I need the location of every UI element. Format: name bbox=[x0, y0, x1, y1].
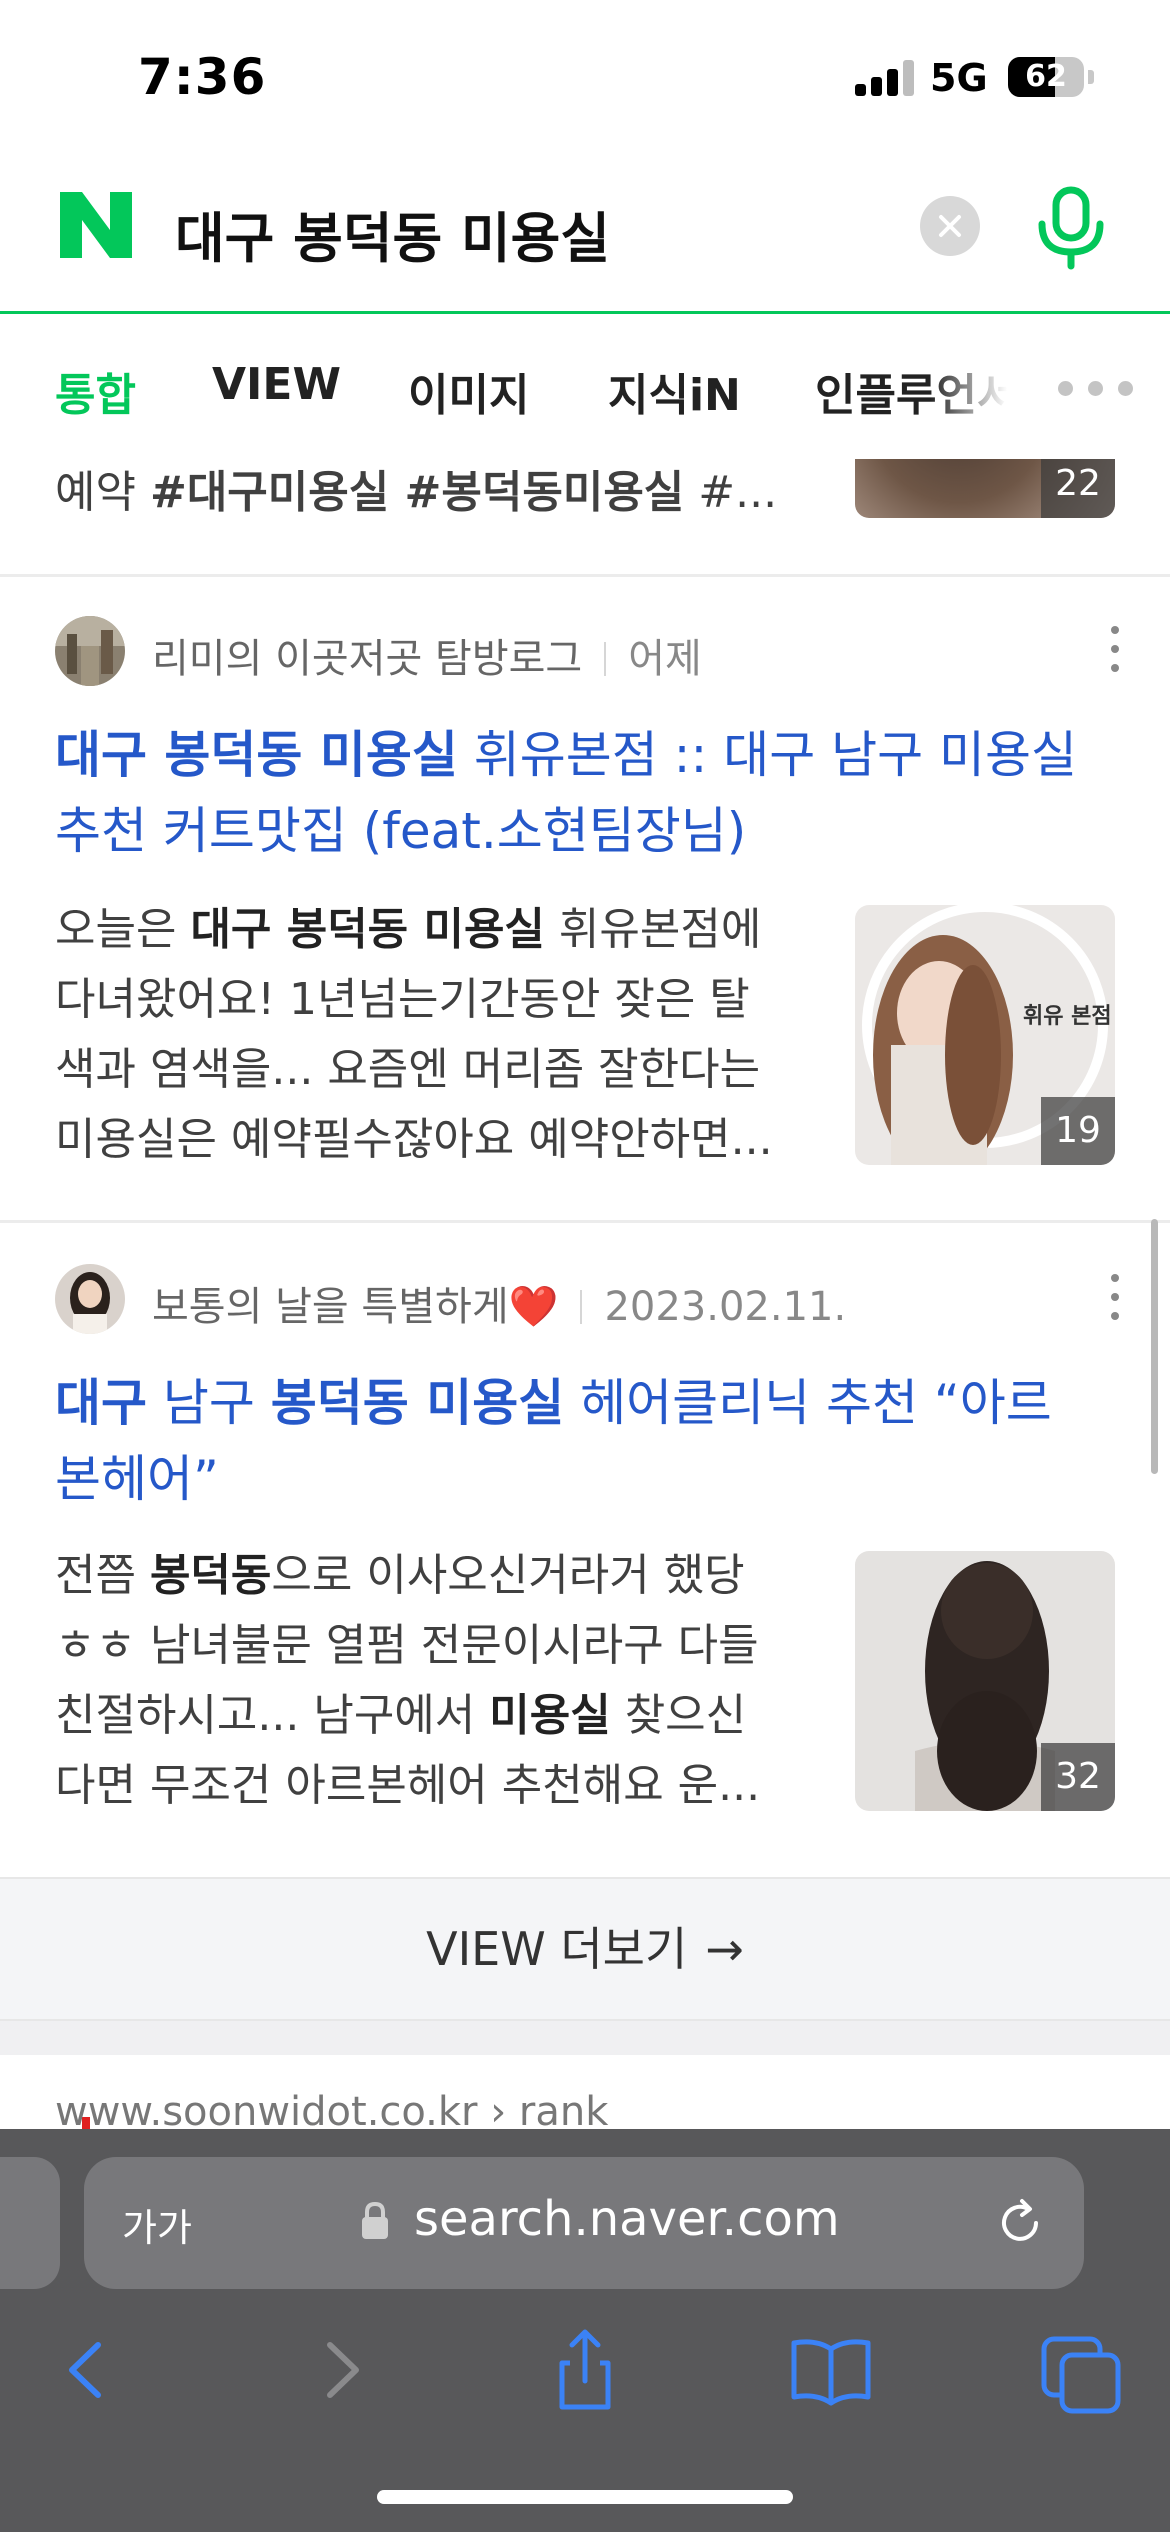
partial-snippet[interactable]: 예약 #대구미용실 #봉덕동미용실 #... bbox=[55, 459, 795, 527]
more-dots-icon[interactable] bbox=[1056, 373, 1136, 403]
address-bar[interactable]: 가가 search.naver.com bbox=[84, 2157, 1084, 2289]
thumbnail-caption: 휘유 본점 bbox=[1023, 1004, 1112, 1029]
result-snippet[interactable]: 오늘은 대구 봉덕동 미용실 휘유본점에 다녀왔어요! 1년넘는기간동안 잦은 … bbox=[55, 895, 815, 1175]
share-icon[interactable] bbox=[540, 2325, 630, 2415]
image-count-badge: 19 bbox=[1041, 1097, 1115, 1165]
reload-icon[interactable] bbox=[992, 2195, 1048, 2251]
scrollbar[interactable] bbox=[1151, 1219, 1158, 1474]
divider bbox=[0, 1220, 1170, 1223]
partial-thumbnail[interactable]: 22 bbox=[855, 459, 1115, 518]
tabs-icon[interactable] bbox=[1036, 2325, 1126, 2415]
naver-n-logo[interactable] bbox=[56, 190, 136, 260]
browser-toolbar: 가가 search.naver.com bbox=[0, 2129, 1170, 2532]
view-more-label: VIEW 더보기 bbox=[426, 1922, 688, 1976]
arrow-right-icon: → bbox=[705, 1922, 744, 1976]
result-title[interactable]: 대구 남구 봉덕동 미용실 헤어클리닉 추천 “아르 본헤어” bbox=[55, 1365, 1115, 1517]
kebab-menu-icon[interactable] bbox=[1100, 624, 1130, 674]
tab-integrated[interactable]: 통합 bbox=[55, 359, 136, 423]
author-line: 리미의 이곳저곳 탐방로그 어제 bbox=[152, 626, 702, 684]
forward-icon[interactable] bbox=[296, 2325, 386, 2415]
reader-settings-button[interactable]: 가가 bbox=[122, 2197, 192, 2252]
image-count-badge: 32 bbox=[1041, 1743, 1115, 1811]
status-time: 7:36 bbox=[138, 48, 267, 106]
kebab-menu-icon[interactable] bbox=[1100, 1272, 1130, 1322]
heart-emoji: ❤️ bbox=[508, 1284, 559, 1330]
post-date: 어제 bbox=[628, 636, 702, 682]
previous-tab[interactable] bbox=[0, 2157, 60, 2289]
url-display[interactable]: search.naver.com bbox=[414, 2191, 840, 2247]
section-gap bbox=[0, 2021, 1170, 2055]
avatar[interactable] bbox=[55, 616, 125, 686]
home-indicator bbox=[377, 2490, 793, 2504]
back-icon[interactable] bbox=[42, 2325, 132, 2415]
result-thumbnail[interactable]: 휘유 본점 19 bbox=[855, 905, 1115, 1165]
battery-level: 62 bbox=[1025, 59, 1067, 94]
status-bar: 7:36 5G 62 bbox=[0, 0, 1170, 150]
results-content: 예약 #대구미용실 #봉덕동미용실 #... 22 리미의 이곳저곳 탐방로그 어… bbox=[0, 459, 1170, 2129]
search-header: 대구 봉덕동 미용실 bbox=[0, 150, 1170, 314]
next-result-url[interactable]: www.soonwidot.co.kr › rank bbox=[55, 2089, 608, 2129]
result-title[interactable]: 대구 봉덕동 미용실 휘유본점 :: 대구 남구 미용실 추천 커트맛집 (fea… bbox=[55, 717, 1115, 869]
view-more-button[interactable]: VIEW 더보기 → bbox=[0, 1877, 1170, 2021]
tab-view[interactable]: VIEW bbox=[212, 359, 341, 410]
bookmarks-icon[interactable] bbox=[786, 2325, 876, 2415]
battery-icon: 62 bbox=[1008, 57, 1084, 97]
network-label: 5G bbox=[930, 56, 988, 100]
lock-icon bbox=[362, 2201, 388, 2239]
tab-knowledge-in[interactable]: 지식iN bbox=[608, 359, 741, 423]
author-name[interactable]: 보통의 날을 특별하게 bbox=[152, 1284, 509, 1330]
author-name[interactable]: 리미의 이곳저곳 탐방로그 bbox=[152, 636, 582, 682]
tab-fade bbox=[930, 317, 1040, 459]
image-count-badge: 22 bbox=[1041, 459, 1115, 518]
post-date: 2023.02.11. bbox=[604, 1284, 847, 1330]
avatar[interactable] bbox=[55, 1264, 125, 1334]
tab-images[interactable]: 이미지 bbox=[408, 359, 529, 423]
search-input[interactable]: 대구 봉덕동 미용실 bbox=[175, 194, 610, 273]
search-tabs: 통합 VIEW 이미지 지식iN 인플루언서 bbox=[0, 317, 1170, 459]
signal-icon bbox=[855, 60, 917, 96]
author-line: 보통의 날을 특별하게❤️ 2023.02.11. bbox=[152, 1274, 846, 1332]
clear-icon[interactable] bbox=[920, 196, 980, 256]
result-snippet[interactable]: 전쯤 봉덕동으로 이사오신거라거 했당 ㅎㅎ 남녀불문 열펌 전문이시라구 다들… bbox=[55, 1541, 815, 1821]
microphone-icon[interactable] bbox=[1036, 186, 1106, 270]
divider bbox=[0, 574, 1170, 577]
result-thumbnail[interactable]: 32 bbox=[855, 1551, 1115, 1811]
battery-cap bbox=[1088, 70, 1094, 84]
